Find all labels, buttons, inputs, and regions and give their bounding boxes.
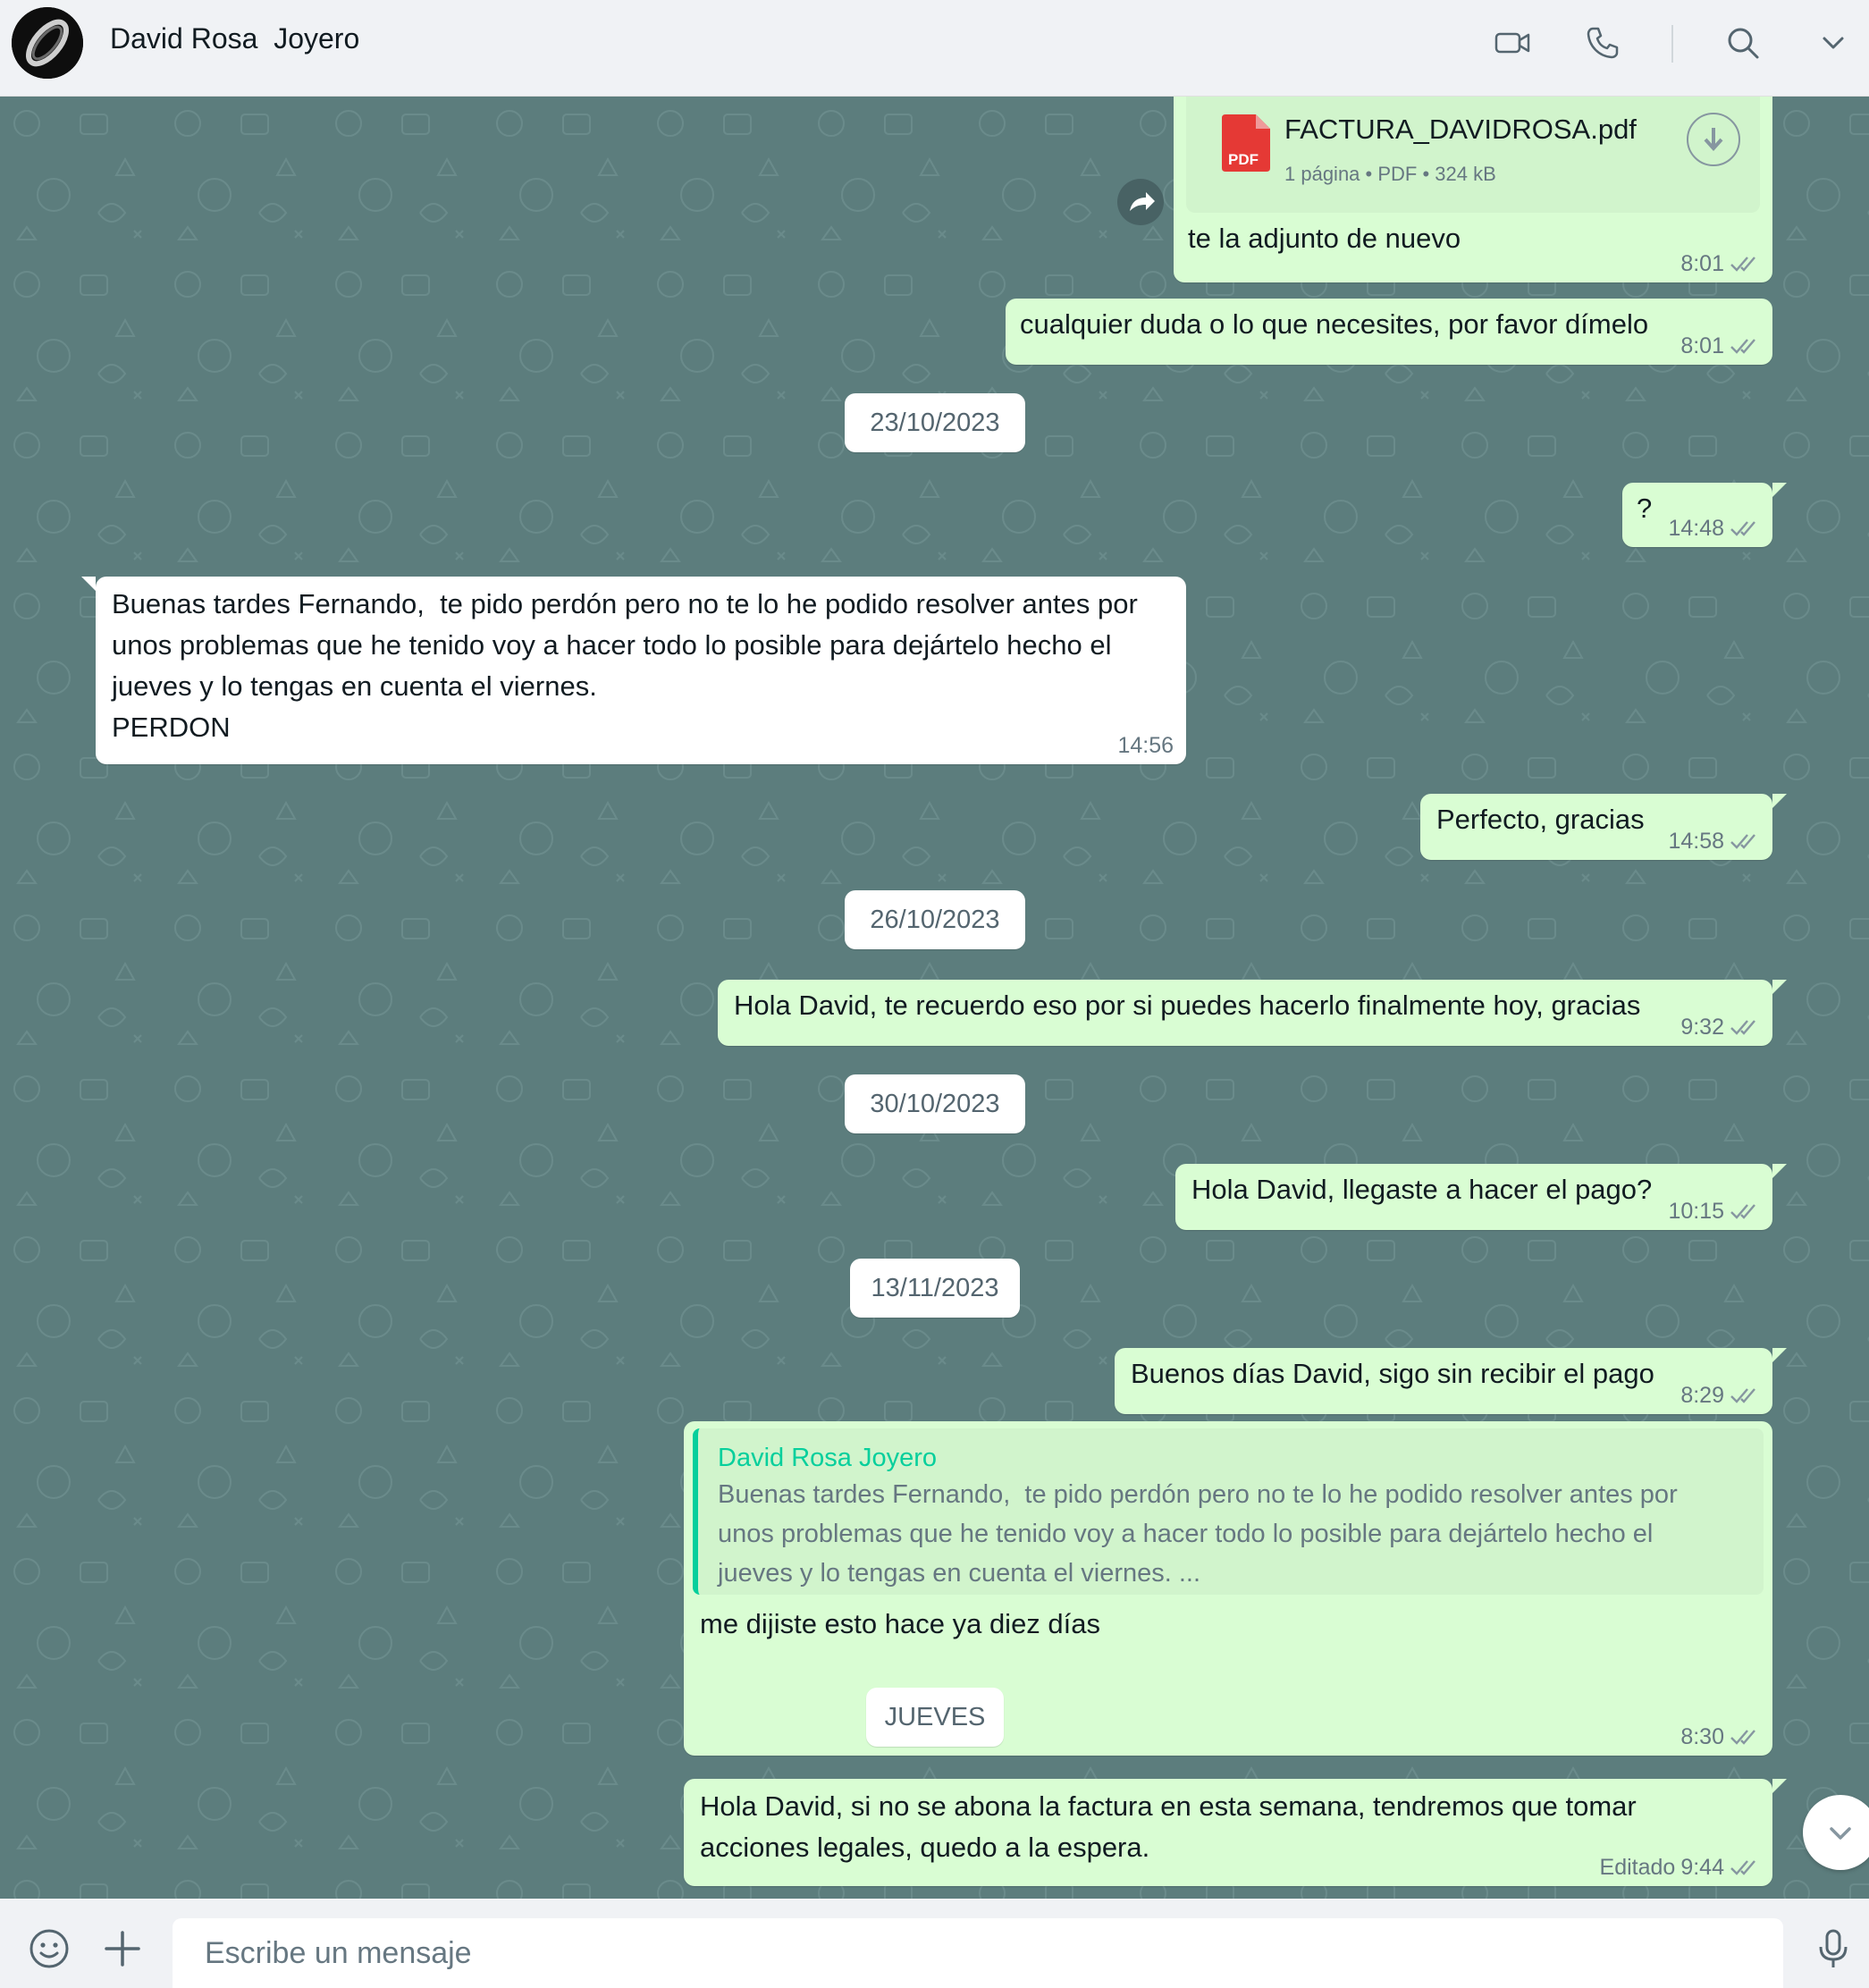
date-label: 23/10/2023: [870, 408, 1000, 437]
edited-label: Editado: [1599, 1855, 1676, 1880]
double-check-icon: [1730, 1860, 1755, 1875]
video-call-icon[interactable]: [1491, 21, 1534, 64]
message-text: Buenos días David, sigo sin recibir el p…: [1131, 1358, 1654, 1389]
header-divider: [1671, 25, 1673, 63]
message-meta: 9:32: [1680, 1014, 1760, 1040]
message-time: 8:01: [1680, 251, 1724, 276]
message-text: ?: [1637, 493, 1653, 524]
quote-text: Buenas tardes Fernando, te pido perdón p…: [718, 1480, 1678, 1588]
chevron-down-icon[interactable]: [1812, 21, 1855, 64]
date-label: 30/10/2023: [870, 1089, 1000, 1118]
message-input[interactable]: [173, 1918, 1783, 1988]
download-icon: [1704, 128, 1723, 151]
file-info: 1 página • PDF • 324 kB: [1284, 163, 1496, 185]
double-check-icon: [1730, 257, 1755, 272]
message-meta: 14:58: [1668, 828, 1760, 855]
forward-icon: [1130, 192, 1155, 211]
contact-avatar[interactable]: [12, 7, 83, 79]
message-meta: Editado 9:44: [1600, 1854, 1760, 1881]
contact-name[interactable]: David Rosa Joyero: [110, 22, 359, 55]
double-check-icon: [1730, 1020, 1755, 1035]
chat-area[interactable]: PDF FACTURA_DAVIDROSA.pdf 1 página • PDF…: [0, 97, 1869, 1899]
date-separator: 26/10/2023: [845, 890, 1025, 949]
date-separator: 23/10/2023: [845, 393, 1025, 452]
microphone-icon[interactable]: [1810, 1925, 1856, 1972]
file-caption: te la adjunto de nuevo: [1188, 223, 1461, 254]
date-separator: JUEVES: [866, 1688, 1004, 1747]
message-time: 14:58: [1668, 829, 1724, 854]
outgoing-message[interactable]: ? 14:48: [1622, 483, 1787, 547]
forward-button[interactable]: [1117, 179, 1164, 225]
message-text: me dijiste esto hace ya diez días: [700, 1608, 1101, 1639]
date-separator: 30/10/2023: [845, 1074, 1025, 1133]
emoji-icon[interactable]: [26, 1925, 72, 1972]
message-time: 8:30: [1680, 1724, 1724, 1749]
pdf-label: PDF: [1228, 151, 1259, 168]
chevron-down-icon: [1830, 1827, 1851, 1840]
message-text: Hola David, te recuerdo eso por si puede…: [734, 990, 1641, 1021]
voice-call-icon[interactable]: [1580, 21, 1623, 64]
date-label: 13/11/2023: [871, 1273, 999, 1302]
double-check-icon: [1730, 339, 1755, 354]
message-meta: 8:30: [1680, 1723, 1760, 1750]
message-meta: 14:56: [1117, 732, 1174, 759]
message-text: Hola David, si no se abona la factura en…: [700, 1790, 1637, 1863]
scroll-to-bottom-button[interactable]: [1803, 1795, 1869, 1870]
date-label: JUEVES: [884, 1702, 986, 1731]
file-name: FACTURA_DAVIDROSA.pdf: [1284, 114, 1637, 145]
quote-author: David Rosa Joyero: [718, 1444, 937, 1472]
outgoing-message[interactable]: Hola David, te recuerdo eso por si puede…: [718, 980, 1787, 1046]
reply-message[interactable]: David Rosa Joyero Buenas tardes Fernando…: [684, 1421, 1772, 1756]
message-text: Hola David, llegaste a hacer el pago?: [1191, 1174, 1653, 1205]
message-meta: 8:01: [1680, 250, 1760, 277]
outgoing-message[interactable]: Hola David, si no se abona la factura en…: [684, 1779, 1787, 1886]
message-time: 14:48: [1668, 516, 1724, 541]
message-time: 14:56: [1117, 733, 1174, 758]
quoted-message[interactable]: David Rosa Joyero Buenas tardes Fernando…: [693, 1428, 1764, 1595]
double-check-icon: [1730, 834, 1755, 849]
message-meta: 14:48: [1668, 515, 1760, 542]
message-time: 8:29: [1680, 1383, 1724, 1408]
double-check-icon: [1730, 521, 1755, 536]
message-meta: 10:15: [1668, 1198, 1760, 1225]
chat-header: David Rosa Joyero: [0, 0, 1869, 97]
outgoing-message[interactable]: cualquier duda o lo que necesites, por f…: [1006, 299, 1772, 365]
message-meta: 8:01: [1680, 333, 1760, 359]
message-text: Perfecto, gracias: [1436, 804, 1645, 835]
outgoing-message[interactable]: Hola David, llegaste a hacer el pago? 10…: [1175, 1164, 1787, 1230]
outgoing-message[interactable]: Perfecto, gracias 14:58: [1420, 794, 1787, 860]
message-text: cualquier duda o lo que necesites, por f…: [1020, 308, 1649, 340]
message-meta: 8:29: [1680, 1382, 1760, 1409]
incoming-message[interactable]: Buenas tardes Fernando, te pido perdón p…: [81, 577, 1186, 764]
double-check-icon: [1730, 1730, 1755, 1745]
message-composer: [0, 1899, 1869, 1988]
date-separator: 13/11/2023: [850, 1259, 1020, 1318]
message-time: 10:15: [1668, 1199, 1724, 1224]
date-label: 26/10/2023: [870, 905, 1000, 934]
plus-icon[interactable]: [99, 1925, 146, 1972]
file-attachment[interactable]: PDF FACTURA_DAVIDROSA.pdf 1 página • PDF…: [1186, 97, 1760, 213]
search-icon[interactable]: [1722, 21, 1764, 64]
message-text: Buenas tardes Fernando, te pido perdón p…: [112, 588, 1138, 743]
message-time: 9:44: [1680, 1855, 1724, 1880]
outgoing-message[interactable]: Buenos días David, sigo sin recibir el p…: [1115, 1348, 1787, 1414]
download-button[interactable]: [1687, 113, 1740, 166]
double-check-icon: [1730, 1204, 1755, 1219]
file-message-bubble[interactable]: PDF FACTURA_DAVIDROSA.pdf 1 página • PDF…: [1174, 97, 1772, 282]
message-time: 9:32: [1680, 1015, 1724, 1040]
message-time: 8:01: [1680, 333, 1724, 358]
double-check-icon: [1730, 1388, 1755, 1403]
